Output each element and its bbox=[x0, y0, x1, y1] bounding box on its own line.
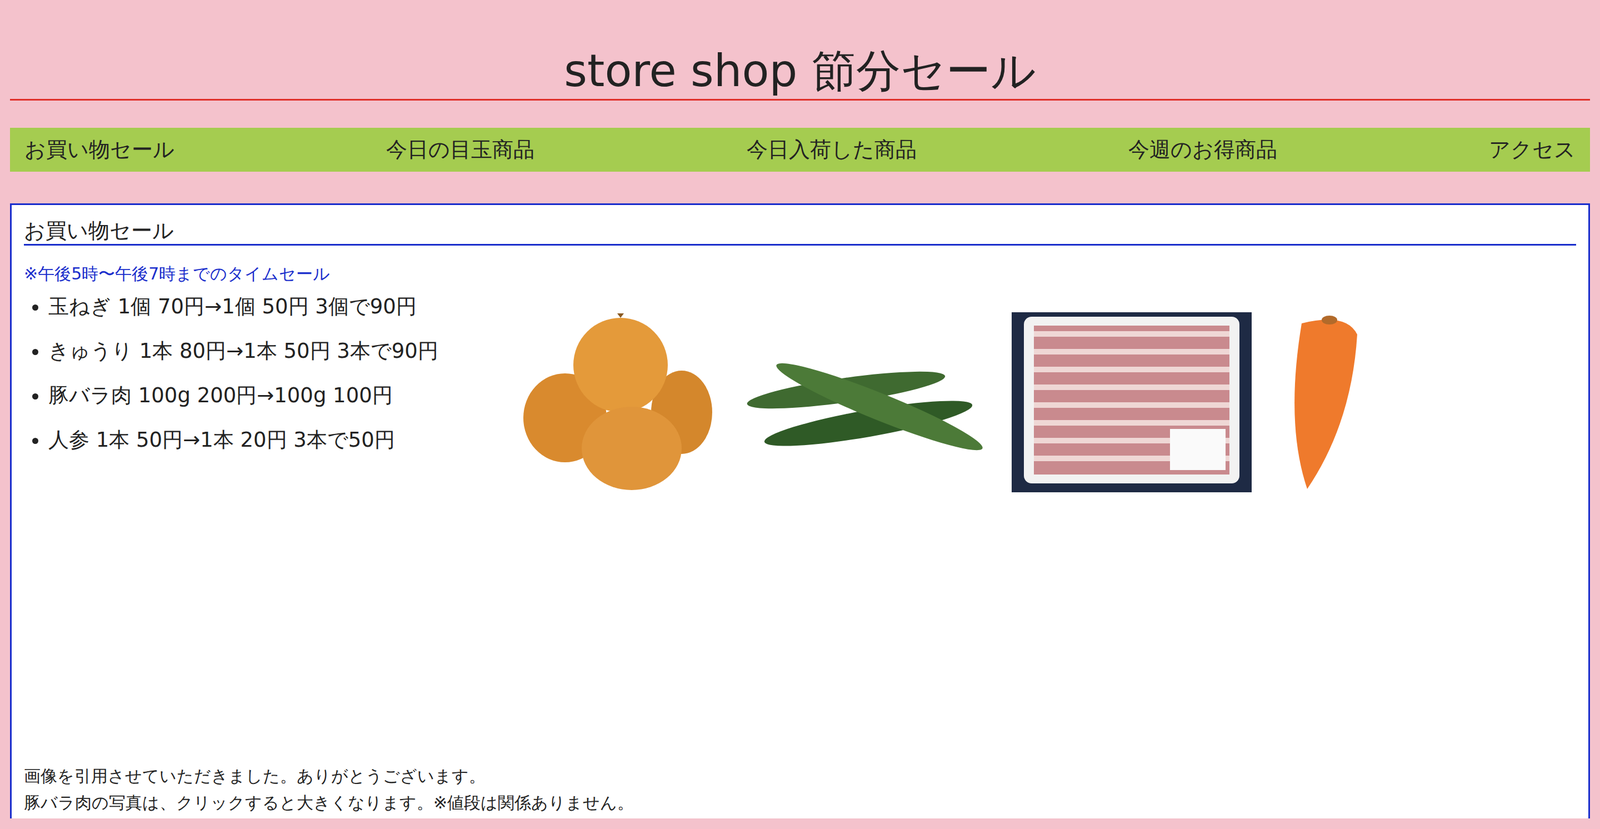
sale-list: 玉ねぎ 1個 70円→1個 50円 3個で90円きゅうり 1本 80円→1本 5… bbox=[23, 284, 493, 463]
product-photo[interactable] bbox=[1011, 312, 1252, 493]
page-header: store shop 節分セール bbox=[0, 0, 1600, 128]
onion-photo bbox=[520, 312, 713, 493]
sale-item: きゅうり 1本 80円→1本 50円 3本で90円 bbox=[48, 328, 493, 374]
nav-bar: お買い物セール 今日の目玉商品 今日入荷した商品 今週のお得商品 アクセス bbox=[10, 127, 1590, 172]
sale-item: 豚バラ肉 100g 200円→100g 100円 bbox=[48, 373, 493, 418]
credits-footer: 画像を引用させていただきました。ありがとうございます。豚バラ肉の写真は、クリック… bbox=[23, 762, 1577, 819]
product-photo bbox=[740, 312, 984, 493]
nav-item[interactable]: 今日の目玉商品 bbox=[386, 135, 535, 164]
section-heading: お買い物セール bbox=[23, 217, 1577, 246]
sale-item: 人参 1本 50円→1本 20円 3本で50円 bbox=[48, 417, 493, 463]
product-photo bbox=[1279, 312, 1365, 493]
cucumber-photo bbox=[740, 312, 984, 493]
sale-panel: お買い物セール ※午後5時〜午後7時までのタイムセール玉ねぎ 1個 70円→1個 … bbox=[10, 203, 1590, 819]
nav-item[interactable]: 今週のお得商品 bbox=[1128, 135, 1278, 164]
page-title: store shop 節分セール bbox=[10, 43, 1590, 101]
sale-row: 玉ねぎ 1個 70円→1個 50円 3個で90円きゅうり 1本 80円→1本 5… bbox=[23, 284, 1577, 493]
pork-photo bbox=[1011, 312, 1252, 493]
nav-item[interactable]: アクセス bbox=[1488, 135, 1576, 164]
carrot-photo bbox=[1279, 312, 1365, 493]
time-sale-note: ※午後5時〜午後7時までのタイムセール bbox=[23, 263, 1577, 285]
footer-line: 豚バラ肉の写真は、クリックすると大きくなります。※値段は関係ありません。 bbox=[23, 789, 1577, 817]
sale-item: 玉ねぎ 1個 70円→1個 50円 3個で90円 bbox=[48, 284, 493, 329]
footer-line: 画像を引用させていただきました。ありがとうございます。 bbox=[23, 762, 1577, 790]
product-photo bbox=[520, 312, 713, 493]
nav-item[interactable]: 今日入荷した商品 bbox=[746, 135, 917, 164]
nav-item[interactable]: お買い物セール bbox=[24, 135, 175, 164]
photo-strip bbox=[520, 312, 1365, 493]
